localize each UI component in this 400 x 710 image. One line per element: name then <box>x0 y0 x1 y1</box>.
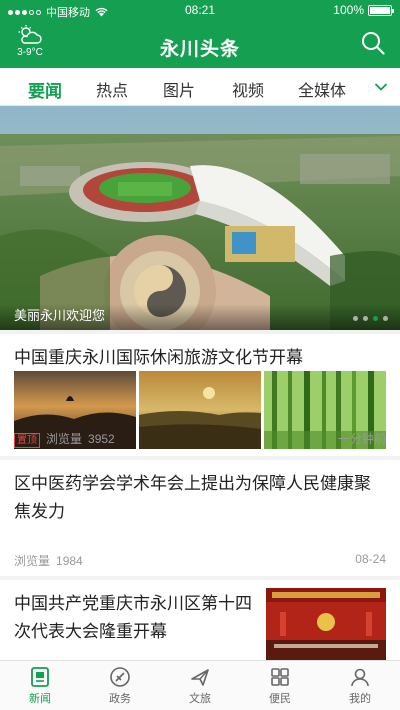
nav-services[interactable]: 便民 <box>250 666 310 706</box>
news-time: 一分钟前 <box>337 432 386 446</box>
pinned-badge: 置顶 <box>14 433 40 448</box>
views-label: 浏览量 <box>46 432 83 446</box>
news-icon <box>31 667 49 687</box>
profile-icon <box>351 668 369 687</box>
battery-percent: 100% <box>333 3 364 17</box>
chevron-down-icon <box>374 83 388 91</box>
nav-travel-label: 文旅 <box>189 693 211 705</box>
tab-top-news[interactable]: 要闻 <box>24 77 66 110</box>
travel-icon <box>191 669 209 686</box>
news-item[interactable]: 中国共产党重庆市永川区第十四次代表大会隆重开幕 <box>0 580 400 660</box>
tab-video[interactable]: 视频 <box>232 77 264 101</box>
battery-icon <box>368 4 394 16</box>
category-tabs: 要闻 热点 图片 视频 全媒体 <box>0 68 400 110</box>
services-icon <box>271 668 289 686</box>
news-title: 区中医药学会学术年会上提出为保障人民健康聚焦发力 <box>14 474 371 521</box>
nav-services-label: 便民 <box>269 693 291 705</box>
search-button[interactable] <box>360 30 386 61</box>
news-time: 08-24 <box>355 552 386 566</box>
tab-all-media[interactable]: 全媒体 <box>298 77 346 101</box>
nav-profile[interactable]: 我的 <box>330 666 390 706</box>
nav-travel[interactable]: 文旅 <box>170 666 230 706</box>
app-title: 永川头条 <box>159 39 240 60</box>
news-item[interactable]: 区中医药学会学术年会上提出为保障人民健康聚焦发力 浏览量 1984 08-24 <box>0 460 400 576</box>
app-header: 3-9°C 永川头条 <box>0 20 400 68</box>
views-count: 3952 <box>88 432 115 446</box>
views-count: 1984 <box>56 554 83 568</box>
hero-banner[interactable]: 美丽永川欢迎您 <box>0 106 400 330</box>
views-label: 浏览量 <box>14 554 51 568</box>
hero-caption: 美丽永川欢迎您 <box>14 308 106 323</box>
news-title: 中国共产党重庆市永川区第十四次代表大会隆重开幕 <box>14 594 252 641</box>
status-bar: 中国移动 08:21 100% <box>0 0 400 20</box>
news-meta: 置顶 浏览量 3952 一分钟前 <box>14 430 386 448</box>
nav-news-label: 新闻 <box>29 693 51 705</box>
congress-meeting-thumbnail <box>266 588 386 660</box>
government-icon <box>110 667 130 687</box>
nav-government[interactable]: 政务 <box>90 666 150 706</box>
tab-hot[interactable]: 热点 <box>96 77 128 101</box>
nav-profile-label: 我的 <box>349 693 371 705</box>
hero-stadium-image <box>0 106 400 330</box>
search-icon <box>362 32 385 55</box>
carousel-indicator <box>353 316 388 321</box>
nav-government-label: 政务 <box>109 693 131 705</box>
news-title: 中国重庆永川国际休闲旅游文化节开幕 <box>14 348 303 367</box>
more-tabs-button[interactable] <box>374 79 388 97</box>
news-item[interactable]: 中国重庆永川国际休闲旅游文化节开幕 置顶 浏览量 3952 一分钟前 <box>0 334 400 456</box>
hero-caption-bar: 美丽永川欢迎您 <box>0 304 400 330</box>
news-meta: 浏览量 1984 08-24 <box>14 552 386 569</box>
nav-news[interactable]: 新闻 <box>10 666 70 706</box>
bottom-nav: 新闻 政务 文旅 便民 我的 <box>0 660 400 710</box>
tab-pictures[interactable]: 图片 <box>163 77 195 101</box>
